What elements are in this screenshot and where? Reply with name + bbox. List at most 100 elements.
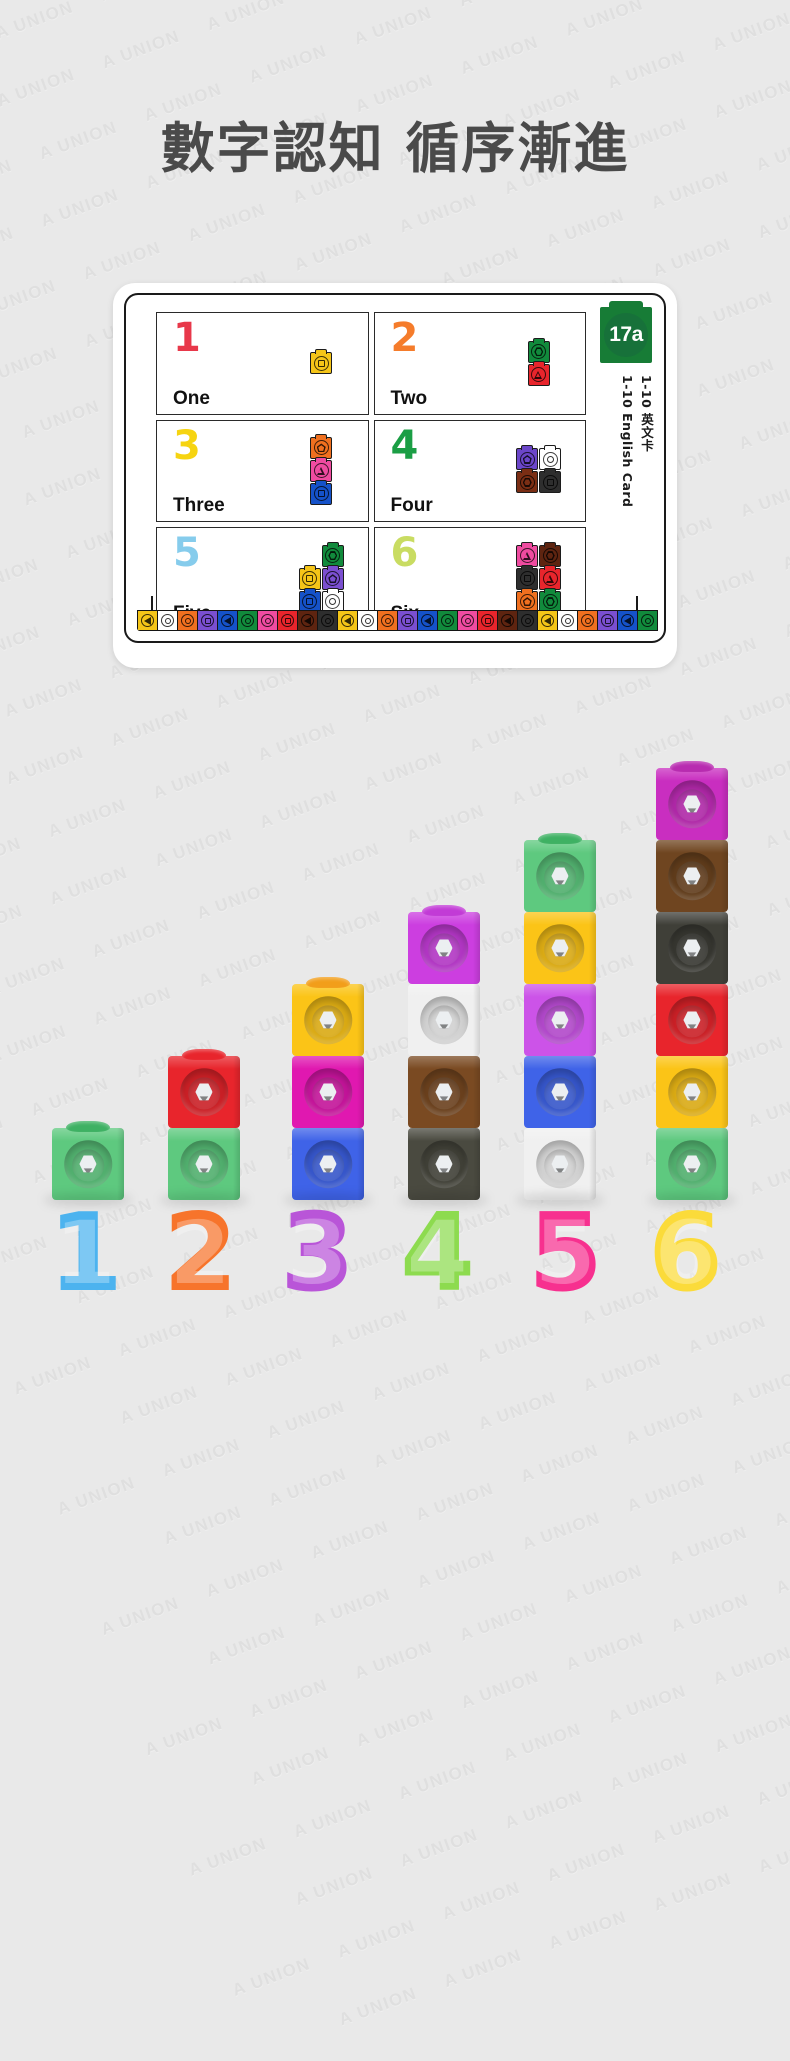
strip-swatch [457,610,478,631]
block-arrangement [310,433,333,505]
cube-icon-triangle [527,360,550,386]
cube-icon-pentagon [310,433,333,459]
block-arrangement [527,337,550,386]
strip-swatch [197,610,218,631]
strip-swatch-shape [204,617,211,624]
cube-stack-6 [648,761,736,1206]
cube-icon-square [310,479,333,505]
numeral-glyph: 4 [400,1200,475,1308]
cube-side-shading [720,840,728,912]
strip-swatch-shape [464,617,471,624]
strip-swatch-shape [384,617,391,624]
cube-side-shading [588,912,596,984]
sidebar-text-en: 1-10 English Card [620,375,635,508]
cube-side-shading [720,1056,728,1128]
watermark-row: A UNIONA UNIONA UNIONA UNIONA UNIONA UNI… [336,1830,790,2030]
strip-swatch [377,610,398,631]
cube-top-highlight [656,1056,728,1069]
strip-swatch [357,610,378,631]
number-cell-grid: 1One2Two3Three4Four5Five6Six [156,312,586,630]
cube [656,984,728,1056]
cube [408,1128,480,1200]
strip-swatch-shape [644,617,651,624]
cube-icon-circle [539,445,562,471]
cube-top-highlight [524,984,596,997]
cube-top-highlight [292,1128,364,1141]
plastic-numeral-3: 3 [280,1200,355,1308]
cube-top-highlight [656,840,728,853]
cube-side-shading [588,984,596,1056]
cell-blocks-3 [275,421,368,522]
strip-swatch-shape [284,617,291,624]
strip-swatch-shape [324,617,331,624]
block-arrangement [298,541,344,613]
cube-icon-triangle [539,564,562,590]
cube-top-highlight [656,984,728,997]
strip-swatch-shape [264,617,271,624]
cube-stack-photo [0,740,790,1206]
cube-side-shading [472,1128,480,1200]
strip-swatch-shape [444,617,451,624]
number-cell-3: 3 Three [156,419,369,523]
cube [524,1128,596,1200]
numeral-glyph: 2 [163,1200,238,1308]
cube [408,984,480,1056]
strip-swatch-shape [524,617,531,624]
strip-swatch [537,610,558,631]
stack-top-stud [537,833,583,844]
cube [656,1128,728,1200]
cube-top-highlight [168,1128,240,1141]
cube-icon-triangle [516,541,539,567]
cube-icon-shape [546,455,554,463]
strip-swatch [417,610,438,631]
strip-swatch [297,610,318,631]
block-arrangement [516,541,562,613]
cell-word: Three [173,495,225,517]
cube [292,1128,364,1200]
block-arrangement [516,445,562,494]
cube [524,840,596,912]
cube-icon-hexagon [539,541,562,567]
strip-swatch [237,610,258,631]
cube [168,1128,240,1200]
cube-icon-shape [316,466,325,475]
cube-icon-square [539,468,562,494]
cell-digit: 1 [173,315,201,361]
cube-stack-4 [400,905,488,1206]
card-number-badge: 17a [600,301,652,363]
cube-icon-square [516,564,539,590]
cube [408,1056,480,1128]
strip-swatch-shape [164,617,171,624]
strip-swatch-shape [584,617,591,624]
cube [52,1128,124,1200]
strip-swatch [137,610,158,631]
cube-icon-shape [306,598,314,606]
cube-side-shading [720,912,728,984]
stack-top-stud [181,1049,227,1060]
cube-icon-shape [522,551,531,560]
cube-icon-hexagon [516,468,539,494]
cube-side-shading [472,912,480,984]
cell-digit: 2 [390,315,419,361]
watermark-row: A UNIONA UNIONA UNIONA UNIONA UNIONA UNI… [205,1431,790,1669]
cube [656,912,728,984]
numeral-glyph: 1 [48,1200,123,1308]
cell-blocks-4 [493,421,586,522]
strip-tick-right [636,596,638,610]
cube-side-shading [720,984,728,1056]
cube-side-shading [472,1056,480,1128]
strip-swatch [637,610,658,631]
plastic-numerals-row: 123456 [0,1200,790,1330]
cell-word: One [173,387,210,409]
stack-top-stud [421,905,467,916]
strip-swatch-shape [364,617,371,624]
watermark-row: A UNIONA UNIONA UNIONA UNIONA UNIONA UNI… [0,0,655,76]
cell-text-1: 1 One [157,313,275,414]
strip-swatch-shape [423,617,431,625]
watermark-row: A UNIONA UNIONA UNIONA UNIONA UNIONA UNI… [292,1710,790,1909]
english-number-card: 1One2Two3Three4Four5Five6Six 17a 1-10 英文… [113,283,677,668]
plastic-numeral-5: 5 [528,1200,603,1308]
strip-swatch-shape [484,617,491,624]
cube-top-highlight [524,912,596,925]
